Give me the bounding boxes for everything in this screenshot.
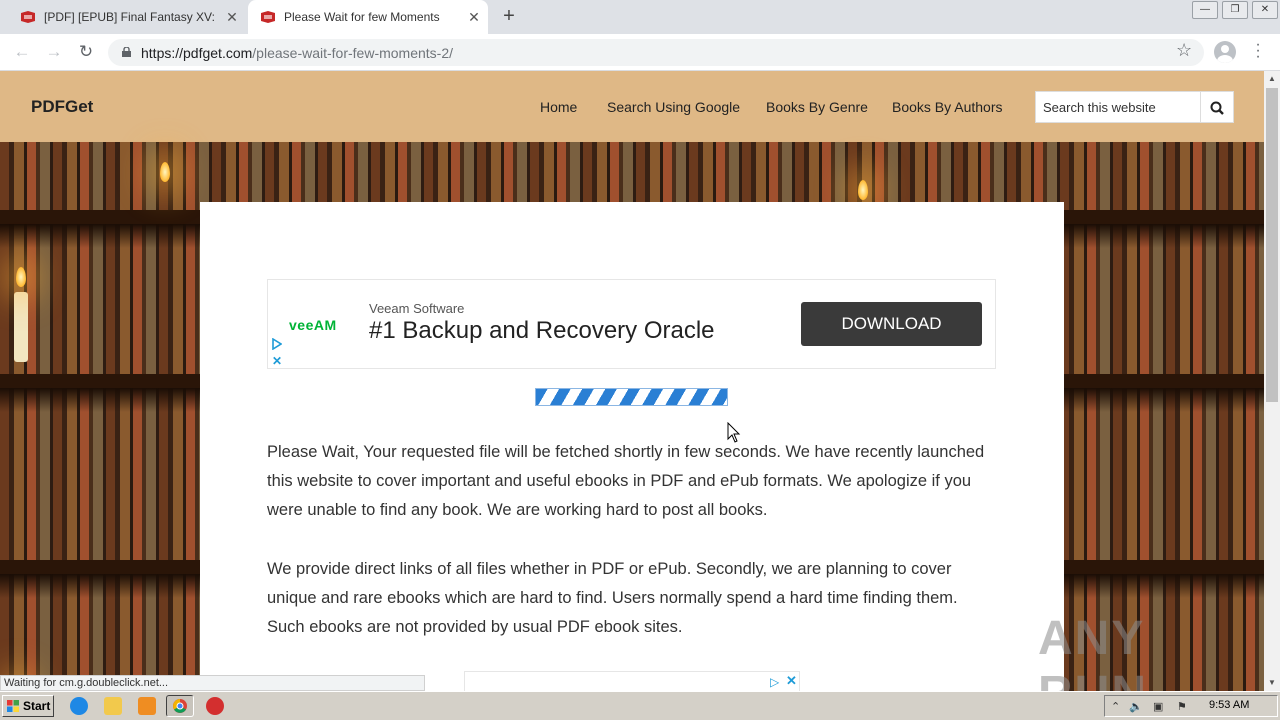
window-controls: — ❐ ✕ bbox=[1190, 0, 1280, 20]
candle-flame bbox=[160, 162, 170, 182]
ad-advertiser: Veeam Software bbox=[369, 301, 465, 316]
chrome-taskbar-button[interactable] bbox=[166, 695, 194, 717]
windows-taskbar: Start ⌃ 🔈 ▣ ⚑ 9:53 AM bbox=[0, 691, 1280, 720]
ad-headline[interactable]: #1 Backup and Recovery Oracle bbox=[369, 317, 715, 345]
new-tab-button[interactable]: + bbox=[498, 5, 520, 27]
anyrun-watermark: ANY RUN bbox=[1038, 612, 1146, 691]
bottom-ad[interactable]: ▷ ✕ bbox=[464, 671, 800, 691]
tray-expand-icon[interactable]: ⌃ bbox=[1111, 700, 1120, 713]
search-icon bbox=[1210, 101, 1224, 115]
pdf-favicon-icon bbox=[261, 11, 275, 23]
page-viewport: PDFGet Home Search Using Google Books By… bbox=[0, 71, 1264, 691]
start-button[interactable]: Start bbox=[2, 695, 54, 717]
site-search-input[interactable]: Search this website bbox=[1035, 91, 1201, 123]
banner-ad[interactable]: veeAM Veeam Software #1 Backup and Recov… bbox=[267, 279, 996, 369]
tab-close-icon[interactable]: ✕ bbox=[460, 9, 488, 26]
search-button[interactable] bbox=[1201, 91, 1234, 123]
network-icon[interactable]: ▣ bbox=[1153, 700, 1163, 713]
tab-strip: [PDF] [EPUB] Final Fantasy XV: The Dawn … bbox=[0, 0, 1280, 34]
back-arrow-icon[interactable]: ← bbox=[10, 40, 34, 64]
candle-flame bbox=[858, 180, 868, 200]
adchoices-play-icon[interactable]: ▷ bbox=[770, 675, 779, 689]
intro-paragraph: Please Wait, Your requested file will be… bbox=[267, 443, 985, 519]
forward-arrow-icon[interactable]: → bbox=[42, 40, 66, 64]
address-bar[interactable]: https://pdfget.com/please-wait-for-few-m… bbox=[108, 39, 1204, 66]
lock-icon bbox=[122, 47, 131, 57]
file-explorer-icon[interactable] bbox=[104, 697, 122, 715]
loading-progress-bar bbox=[535, 388, 728, 406]
reload-icon[interactable]: ↻ bbox=[74, 40, 98, 64]
bookmark-star-icon[interactable]: ☆ bbox=[1176, 40, 1192, 61]
system-tray: ⌃ 🔈 ▣ ⚑ 9:53 AM bbox=[1104, 695, 1278, 717]
profile-avatar-icon[interactable] bbox=[1214, 41, 1236, 63]
tab-close-icon[interactable]: ✕ bbox=[218, 9, 246, 26]
kebab-menu-icon[interactable]: · · · bbox=[1252, 37, 1264, 65]
chrome-icon bbox=[173, 699, 187, 713]
ad-download-button[interactable]: DOWNLOAD bbox=[801, 302, 982, 346]
scroll-up-arrow-icon[interactable]: ▲ bbox=[1264, 71, 1280, 87]
maximize-button[interactable]: ❐ bbox=[1222, 1, 1248, 19]
content-panel: veeAM Veeam Software #1 Backup and Recov… bbox=[200, 202, 1064, 691]
site-header: PDFGet Home Search Using Google Books By… bbox=[0, 71, 1264, 142]
nav-books-by-authors[interactable]: Books By Authors bbox=[892, 99, 1003, 115]
windows-logo-icon bbox=[7, 700, 19, 712]
tab-title: [PDF] [EPUB] Final Fantasy XV: The Dawn … bbox=[44, 10, 218, 24]
tab-pdf-final-fantasy[interactable]: [PDF] [EPUB] Final Fantasy XV: The Dawn … bbox=[0, 0, 246, 34]
close-window-button[interactable]: ✕ bbox=[1252, 1, 1278, 19]
browser-toolbar: ← → ↻ https://pdfget.com/please-wait-for… bbox=[0, 34, 1280, 71]
info-paragraph: We provide direct links of all files whe… bbox=[267, 560, 958, 636]
ad-close-icon[interactable]: ✕ bbox=[786, 673, 797, 689]
nav-search-google[interactable]: Search Using Google bbox=[607, 99, 740, 115]
minimize-button[interactable]: — bbox=[1192, 1, 1218, 19]
action-center-flag-icon[interactable]: ⚑ bbox=[1177, 700, 1187, 713]
nav-books-by-genre[interactable]: Books By Genre bbox=[766, 99, 868, 115]
taskbar-clock[interactable]: 9:53 AM bbox=[1209, 699, 1249, 711]
nav-home[interactable]: Home bbox=[540, 99, 577, 115]
start-label: Start bbox=[23, 699, 51, 713]
scroll-thumb[interactable] bbox=[1266, 88, 1278, 402]
ad-close-icon[interactable]: ✕ bbox=[272, 354, 282, 368]
url-text: https://pdfget.com/please-wait-for-few-m… bbox=[141, 45, 453, 61]
alert-app-icon[interactable] bbox=[206, 697, 224, 715]
candle bbox=[14, 292, 28, 362]
tab-title: Please Wait for few Moments bbox=[284, 10, 440, 24]
volume-icon[interactable]: 🔈 bbox=[1129, 700, 1143, 713]
candle-flame bbox=[16, 267, 26, 287]
internet-explorer-icon[interactable] bbox=[70, 697, 88, 715]
browser-status-bar: Waiting for cm.g.doubleclick.net... bbox=[0, 675, 425, 691]
ad-logo: veeAM bbox=[289, 317, 337, 333]
media-player-icon[interactable] bbox=[138, 697, 156, 715]
url-path: /please-wait-for-few-moments-2/ bbox=[252, 45, 454, 61]
tab-please-wait[interactable]: Please Wait for few Moments ✕ bbox=[248, 0, 488, 34]
pdf-favicon-icon bbox=[21, 11, 35, 23]
url-host: https://pdfget.com bbox=[141, 45, 253, 61]
scroll-down-arrow-icon[interactable]: ▼ bbox=[1264, 675, 1280, 691]
adchoices-play-icon[interactable] bbox=[272, 338, 282, 350]
site-logo[interactable]: PDFGet bbox=[31, 97, 93, 117]
page-scrollbar[interactable]: ▲ ▼ bbox=[1264, 71, 1280, 691]
mouse-cursor-icon bbox=[727, 422, 741, 443]
